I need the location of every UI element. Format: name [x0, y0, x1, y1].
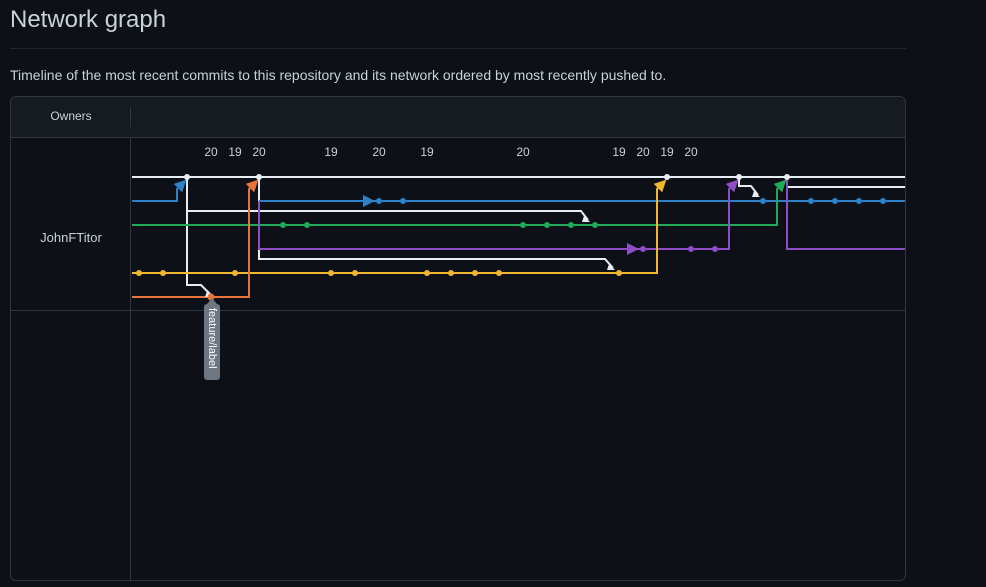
commit-dot[interactable] — [520, 222, 526, 228]
commit-dot[interactable] — [616, 270, 622, 276]
commit-dot[interactable] — [568, 222, 574, 228]
date-label: 20 — [204, 145, 218, 159]
commit-dot[interactable] — [688, 246, 694, 252]
commit-dot[interactable] — [472, 270, 478, 276]
commit-dot[interactable] — [760, 198, 766, 204]
commit-dot[interactable] — [880, 198, 886, 204]
commit-dot[interactable] — [160, 270, 166, 276]
commit-dot[interactable] — [184, 174, 190, 180]
branch-green[interactable] — [132, 179, 787, 226]
commit-dot[interactable] — [448, 270, 454, 276]
commit-dot[interactable] — [136, 270, 142, 276]
branch-orange[interactable] — [132, 179, 259, 298]
date-label: 20 — [372, 145, 386, 159]
date-label: 20 — [636, 145, 650, 159]
page-title: Network graph — [10, 6, 167, 33]
date-label: 20 — [516, 145, 530, 159]
commit-dot[interactable] — [496, 270, 502, 276]
merge-arrows-white — [205, 191, 760, 297]
branch-tag-label: feature/label — [206, 308, 218, 369]
branch-tag[interactable]: feature/label — [204, 298, 220, 380]
date-label: 19 — [324, 145, 338, 159]
commit-dot[interactable] — [280, 222, 286, 228]
commit-dot[interactable] — [304, 222, 310, 228]
commit-dot[interactable] — [856, 198, 862, 204]
commit-dot[interactable] — [256, 174, 262, 180]
commit-dot[interactable] — [736, 174, 742, 180]
commit-dot[interactable] — [784, 174, 790, 180]
network-canvas[interactable]: 20 19 20 19 20 19 20 19 20 19 20 — [11, 97, 905, 580]
commit-dot[interactable] — [808, 198, 814, 204]
commit-dot[interactable] — [832, 198, 838, 204]
date-label: 19 — [612, 145, 626, 159]
date-label: 19 — [660, 145, 674, 159]
date-label: 20 — [684, 145, 698, 159]
commit-dot[interactable] — [352, 270, 358, 276]
title-divider — [10, 48, 906, 49]
page-description: Timeline of the most recent commits to t… — [10, 67, 667, 83]
commit-dot[interactable] — [400, 198, 406, 204]
commit-dot[interactable] — [376, 198, 382, 204]
date-label: 19 — [228, 145, 242, 159]
commit-dot[interactable] — [328, 270, 334, 276]
commit-dot[interactable] — [232, 270, 238, 276]
date-label: 19 — [420, 145, 434, 159]
network-graph[interactable]: Owners JohnFTitor 20 19 20 19 20 19 20 1… — [10, 96, 906, 581]
commit-dot[interactable] — [544, 222, 550, 228]
date-label: 20 — [252, 145, 266, 159]
commit-dot[interactable] — [640, 246, 646, 252]
commit-dot[interactable] — [424, 270, 430, 276]
commit-dot[interactable] — [712, 246, 718, 252]
commit-dot[interactable] — [664, 174, 670, 180]
commit-dot[interactable] — [592, 222, 598, 228]
branch-blue[interactable] — [132, 179, 905, 207]
branch-white[interactable] — [132, 176, 905, 296]
